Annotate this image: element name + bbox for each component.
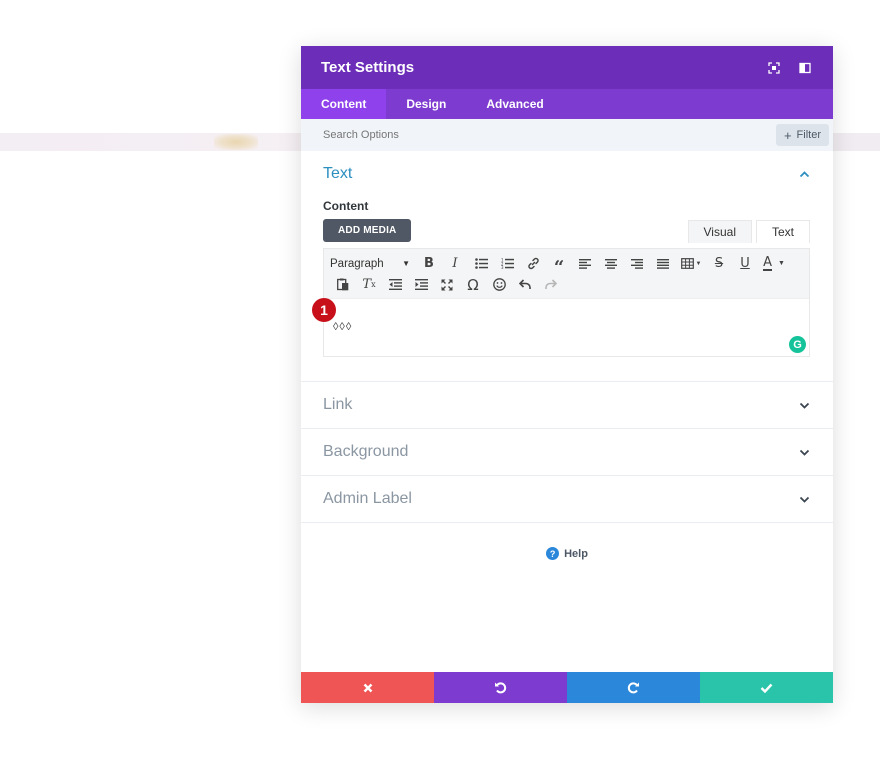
redo-arrow-icon <box>627 682 639 694</box>
editor-tab-text[interactable]: Text <box>755 220 810 243</box>
bold-icon[interactable]: B <box>416 254 442 274</box>
emoji-icon[interactable] <box>486 275 512 295</box>
chevron-up-icon[interactable] <box>799 165 810 183</box>
help-label: Help <box>564 547 588 560</box>
underline-icon[interactable]: U <box>732 254 758 274</box>
text-color-icon[interactable]: A ▼ <box>758 254 790 274</box>
align-justify-icon[interactable] <box>650 254 676 274</box>
chevron-down-icon[interactable] <box>799 396 810 414</box>
add-media-button[interactable]: ADD MEDIA <box>323 219 412 242</box>
section-link-title: Link <box>323 396 353 413</box>
filter-label: Filter <box>796 129 821 141</box>
section-text-title: Text <box>323 165 353 182</box>
align-left-icon[interactable] <box>572 254 598 274</box>
settings-modal: Text Settings Content Design Advanced + … <box>301 46 833 703</box>
expand-icon[interactable] <box>766 60 782 76</box>
indent-icon[interactable] <box>408 275 434 295</box>
align-right-icon[interactable] <box>624 254 650 274</box>
modal-header: Text Settings <box>301 46 833 89</box>
search-input[interactable] <box>323 129 776 141</box>
editor-text: ◊◊◊ <box>333 321 353 333</box>
undo-button[interactable] <box>434 672 567 703</box>
media-row: ADD MEDIA Visual Text <box>323 219 810 243</box>
tab-advanced[interactable]: Advanced <box>466 89 563 119</box>
clear-formatting-icon[interactable]: Tx <box>356 275 382 295</box>
tab-design[interactable]: Design <box>386 89 466 119</box>
redo-button[interactable] <box>567 672 700 703</box>
cancel-button[interactable] <box>301 672 434 703</box>
chevron-down-icon[interactable] <box>799 443 810 461</box>
modal-tabs: Content Design Advanced <box>301 89 833 119</box>
grammarly-icon[interactable]: G <box>789 336 806 353</box>
strikethrough-icon[interactable]: S <box>706 254 732 274</box>
save-button[interactable] <box>700 672 833 703</box>
editor-toolbar: Paragraph ▼ B I 123 “ ▼ S U A ▼ T x Ω <box>324 249 809 299</box>
sidebar-icon[interactable] <box>797 60 813 76</box>
plus-icon: + <box>783 127 792 143</box>
modal-footer <box>301 672 833 703</box>
tab-content[interactable]: Content <box>301 89 387 119</box>
special-character-icon[interactable]: Ω <box>460 275 486 295</box>
fullscreen-icon[interactable] <box>434 275 460 295</box>
section-background-title: Background <box>323 443 409 460</box>
align-center-icon[interactable] <box>598 254 624 274</box>
rich-text-editor: Paragraph ▼ B I 123 “ ▼ S U A ▼ T x Ω 1 … <box>312 248 810 357</box>
help-link[interactable]: ? Help <box>301 547 833 560</box>
italic-icon[interactable]: I <box>442 254 468 274</box>
check-icon <box>760 683 773 693</box>
undo-icon[interactable] <box>512 275 538 295</box>
search-bar: + Filter <box>301 119 833 151</box>
paste-text-icon[interactable] <box>330 275 356 295</box>
numbered-list-icon[interactable]: 123 <box>494 254 520 274</box>
section-link[interactable]: Link <box>301 382 833 429</box>
outdent-icon[interactable] <box>382 275 408 295</box>
format-select-value: Paragraph <box>330 257 384 270</box>
section-text: Text Content ADD MEDIA Visual Text Parag… <box>301 151 833 382</box>
section-admin-label-title: Admin Label <box>323 490 412 507</box>
chevron-down-icon[interactable] <box>799 490 810 508</box>
filter-button[interactable]: + Filter <box>775 124 829 146</box>
blockquote-icon[interactable]: “ <box>546 254 572 278</box>
link-icon[interactable] <box>520 254 546 274</box>
content-label: Content <box>323 199 369 213</box>
editor-mode-tabs: Visual Text <box>687 220 810 243</box>
section-text-header[interactable]: Text <box>323 165 810 183</box>
background-image-fragment <box>214 134 258 150</box>
undo-arrow-icon <box>495 682 507 694</box>
editor-tab-visual[interactable]: Visual <box>687 220 752 243</box>
close-icon <box>363 683 372 692</box>
format-select[interactable]: Paragraph ▼ <box>330 258 416 270</box>
step-marker: 1 <box>312 298 336 322</box>
section-background[interactable]: Background <box>301 429 833 476</box>
editor-content-area[interactable]: 1 ◊◊◊ G <box>312 298 809 356</box>
help-icon: ? <box>546 547 560 560</box>
caret-down-icon: ▼ <box>402 259 410 268</box>
svg-text:3: 3 <box>501 265 504 269</box>
table-icon[interactable]: ▼ <box>676 254 706 274</box>
redo-icon[interactable] <box>538 275 564 295</box>
section-admin-label[interactable]: Admin Label <box>301 476 833 523</box>
modal-title: Text Settings <box>321 59 415 76</box>
bullet-list-icon[interactable] <box>468 254 494 274</box>
